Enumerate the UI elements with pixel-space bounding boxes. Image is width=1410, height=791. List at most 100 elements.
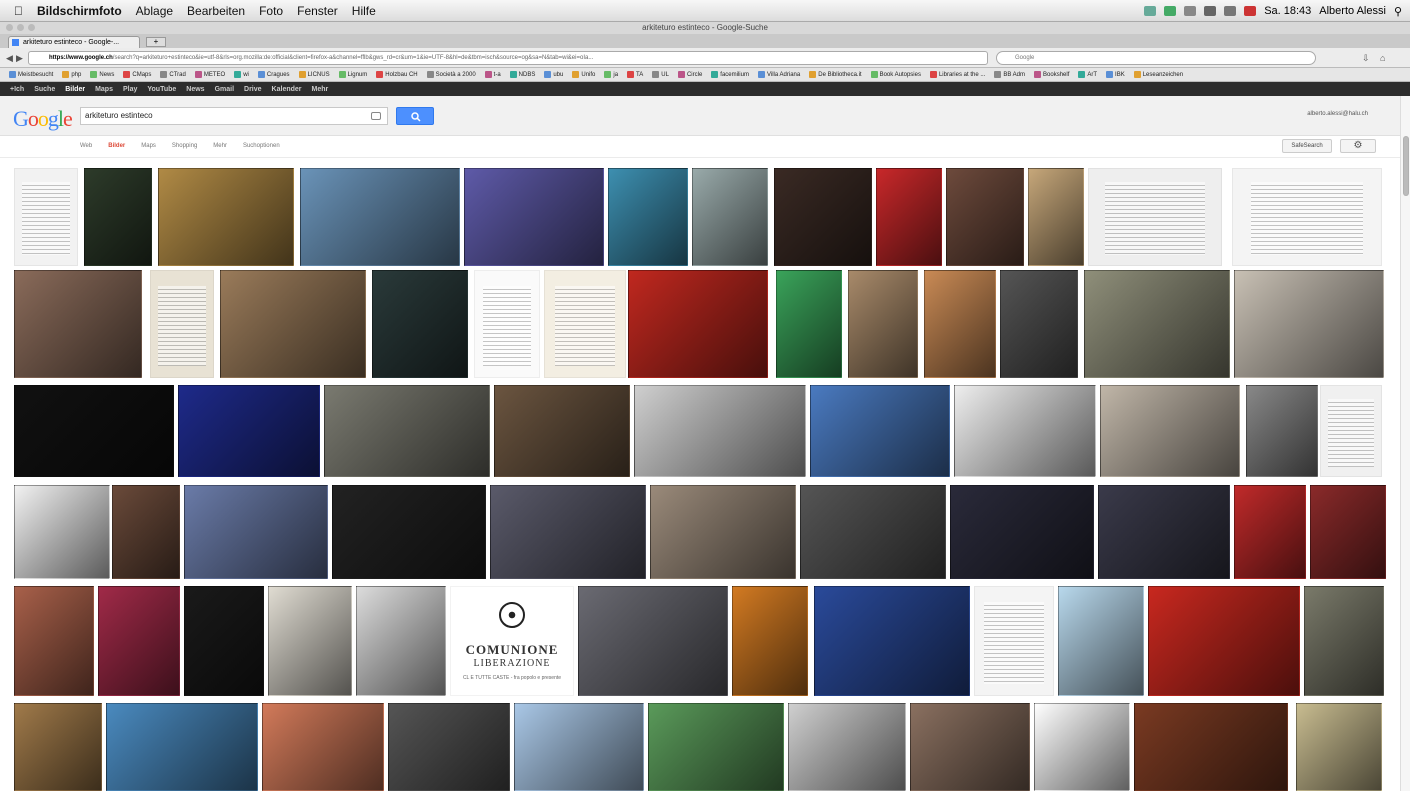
camera-icon[interactable]	[371, 112, 381, 120]
image-result[interactable]	[514, 703, 644, 791]
image-result[interactable]	[974, 586, 1054, 696]
image-result[interactable]	[946, 168, 1024, 266]
image-result[interactable]	[112, 485, 180, 579]
image-result[interactable]	[388, 703, 510, 791]
bookmark-item[interactable]: Circle	[677, 71, 702, 78]
image-result[interactable]	[98, 586, 180, 696]
bookmark-item[interactable]: Book Autopsies	[870, 71, 921, 78]
image-result[interactable]	[1028, 168, 1084, 266]
menu-ablage[interactable]: Ablage	[136, 4, 173, 18]
bookmark-item[interactable]: De Bibliotheca.it	[809, 71, 862, 78]
safesearch-button[interactable]: SafeSearch	[1282, 139, 1332, 153]
google-logo[interactable]: Google	[13, 106, 73, 132]
tray-icon[interactable]	[1144, 6, 1157, 16]
bookmark-item[interactable]: facemilium	[711, 71, 749, 78]
scrollbar[interactable]	[1400, 96, 1410, 791]
bookmark-item[interactable]: ubu	[544, 71, 563, 78]
menu-app-name[interactable]: Bildschirmfoto	[37, 4, 122, 18]
bookmark-item[interactable]: Libraries at the ...	[929, 71, 985, 78]
image-result[interactable]	[924, 270, 996, 378]
bookmark-item[interactable]: Lignum	[338, 71, 367, 78]
url-bar[interactable]: https://www.google.ch/search?q=arkitetur…	[28, 51, 988, 65]
image-result[interactable]	[1246, 385, 1318, 477]
image-result[interactable]	[1058, 586, 1144, 696]
user-name[interactable]: Alberto Alessi	[1319, 5, 1386, 17]
image-result[interactable]	[634, 385, 806, 477]
bookmark-item[interactable]: CTrad	[160, 71, 186, 78]
bookmark-item[interactable]: NDBS	[509, 71, 535, 78]
image-result[interactable]	[1234, 485, 1306, 579]
bookmark-item[interactable]: METEO	[194, 71, 225, 78]
image-result[interactable]	[14, 703, 102, 791]
bookmark-item[interactable]: LICNUS	[298, 71, 330, 78]
menu-hilfe[interactable]: Hilfe	[352, 4, 376, 18]
google-bar-item[interactable]: News	[186, 86, 204, 93]
bookmark-item[interactable]: Meistbesucht	[9, 71, 53, 78]
image-result[interactable]	[788, 703, 906, 791]
image-result[interactable]	[14, 485, 110, 579]
image-result[interactable]: COMUNIONE LIBERAZIONE CL E TUTTE CASTE - f…	[450, 586, 574, 696]
bookmark-item[interactable]: BB Adm	[994, 71, 1025, 78]
image-result[interactable]	[1310, 485, 1386, 579]
browser-search-input[interactable]: Google	[996, 51, 1316, 65]
image-result[interactable]	[106, 703, 258, 791]
tray-icon[interactable]	[1164, 6, 1177, 16]
home-icon[interactable]: ⌂	[1380, 52, 1390, 64]
image-result[interactable]	[150, 270, 214, 378]
tab-suchoptionen[interactable]: Suchoptionen	[243, 143, 280, 149]
image-result[interactable]	[184, 586, 264, 696]
close-icon[interactable]	[6, 24, 13, 31]
image-result[interactable]	[184, 485, 328, 579]
image-result[interactable]	[578, 586, 728, 696]
google-bar-item[interactable]: Bilder	[65, 86, 85, 93]
bookmark-item[interactable]: IBK	[1106, 71, 1125, 78]
zoom-icon[interactable]	[28, 24, 35, 31]
image-result[interactable]	[1084, 270, 1230, 378]
image-result[interactable]	[692, 168, 768, 266]
image-result[interactable]	[1234, 270, 1384, 378]
image-result[interactable]	[84, 168, 152, 266]
bookmark-item[interactable]: Bookshelf	[1034, 71, 1069, 78]
spotlight-icon[interactable]: ⚲	[1394, 5, 1402, 18]
tray-icon[interactable]	[1184, 6, 1197, 16]
image-result[interactable]	[494, 385, 630, 477]
image-result[interactable]	[268, 586, 352, 696]
tab-shopping[interactable]: Shopping	[172, 143, 197, 149]
image-result[interactable]	[474, 270, 540, 378]
tab-maps[interactable]: Maps	[141, 143, 156, 149]
image-result[interactable]	[1134, 703, 1288, 791]
image-result[interactable]	[356, 586, 446, 696]
image-result[interactable]	[732, 586, 808, 696]
image-result[interactable]	[1088, 168, 1222, 266]
image-result[interactable]	[1100, 385, 1240, 477]
google-bar-item[interactable]: Mehr	[312, 86, 329, 93]
image-result[interactable]	[324, 385, 490, 477]
battery-icon[interactable]	[1244, 6, 1257, 16]
image-result[interactable]	[332, 485, 486, 579]
image-result[interactable]	[178, 385, 320, 477]
bookmark-item[interactable]: TA	[627, 71, 643, 78]
image-result[interactable]	[950, 485, 1094, 579]
image-result[interactable]	[14, 586, 94, 696]
bookmark-item[interactable]: Società a 2000	[426, 71, 476, 78]
image-result[interactable]	[14, 168, 78, 266]
account-email[interactable]: alberto.alessi@halu.ch	[1307, 111, 1368, 117]
menu-fenster[interactable]: Fenster	[297, 4, 338, 18]
bookmark-item[interactable]: ArT	[1078, 71, 1097, 78]
google-bar-item[interactable]: Kalender	[272, 86, 302, 93]
image-result[interactable]	[1304, 586, 1384, 696]
google-bar-item[interactable]: +Ich	[10, 86, 24, 93]
gear-icon[interactable]: ⚙	[1340, 139, 1376, 153]
image-result[interactable]	[876, 168, 942, 266]
forward-icon[interactable]: ▶	[16, 52, 26, 64]
image-result[interactable]	[648, 703, 784, 791]
bookmark-item[interactable]: UL	[652, 71, 669, 78]
image-result[interactable]	[776, 270, 842, 378]
image-result[interactable]	[220, 270, 366, 378]
image-result[interactable]	[300, 168, 460, 266]
image-result[interactable]	[650, 485, 796, 579]
bookmark-item[interactable]: CMaps	[123, 71, 151, 78]
back-icon[interactable]: ◀	[6, 52, 16, 64]
image-result[interactable]	[544, 270, 626, 378]
clock[interactable]: Sa. 18:43	[1264, 5, 1311, 17]
